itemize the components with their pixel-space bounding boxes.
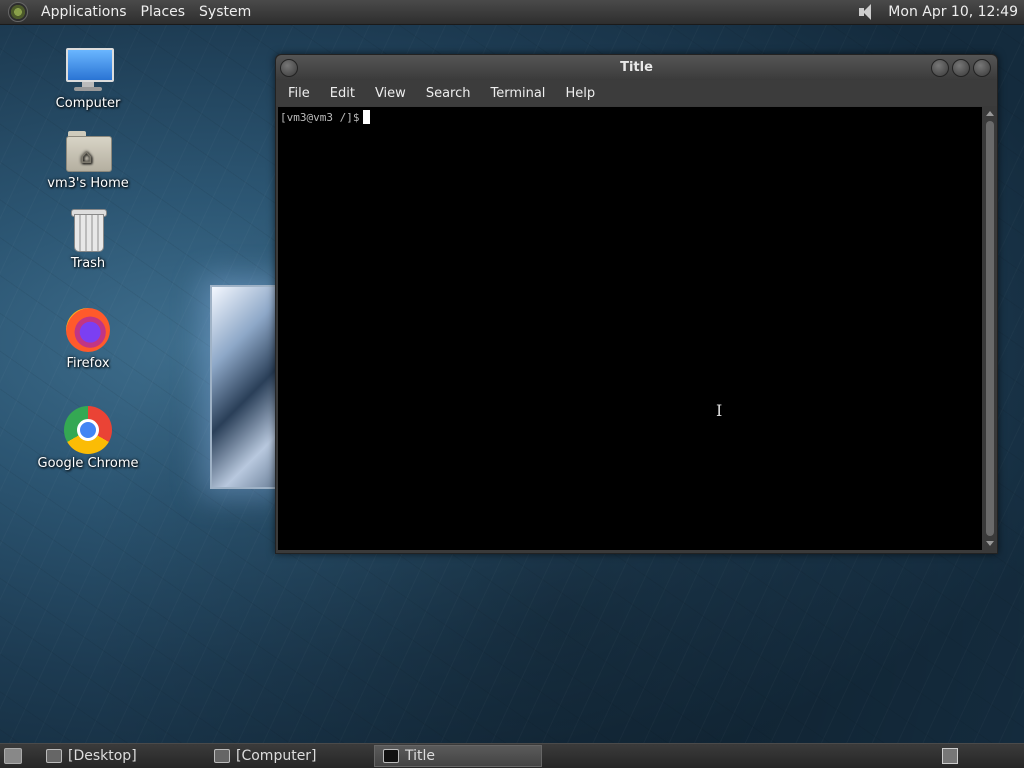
menu-view[interactable]: View [365, 86, 416, 101]
desktop-icon-chrome[interactable]: Google Chrome [33, 406, 143, 471]
background-window[interactable] [210, 285, 280, 489]
computer-icon [214, 749, 230, 763]
volume-icon[interactable] [856, 3, 878, 21]
ibeam-cursor-icon: I [716, 401, 723, 420]
workspace-switcher[interactable] [942, 748, 958, 764]
menu-search[interactable]: Search [416, 86, 481, 101]
window-menu-button[interactable] [280, 59, 298, 77]
taskbar-item-label: [Computer] [236, 748, 317, 764]
bottom-panel: [Desktop] [Computer] Title [0, 743, 1024, 768]
terminal-titlebar[interactable]: Title [276, 55, 997, 80]
desktop-icon-label: Trash [70, 256, 106, 271]
scroll-down-arrow-icon[interactable] [986, 541, 994, 546]
desktop-icon-label: Firefox [66, 356, 110, 371]
clock[interactable]: Mon Apr 10, 12:49 [888, 4, 1018, 20]
terminal-output[interactable]: [vm3@vm3 /]$ I [278, 107, 982, 550]
menu-file[interactable]: File [278, 86, 320, 101]
top-menu: Applications Places System [34, 4, 258, 20]
distro-logo-icon[interactable] [8, 2, 28, 22]
desktop-icon-label: Google Chrome [37, 456, 139, 471]
shell-prompt-line: [vm3@vm3 /]$ [280, 110, 371, 124]
firefox-icon [64, 306, 112, 354]
desktop-icon-firefox[interactable]: Firefox [33, 306, 143, 371]
desktop-icon-label: Computer [55, 96, 121, 111]
top-panel-tray: Mon Apr 10, 12:49 [856, 3, 1024, 21]
menu-places[interactable]: Places [134, 4, 193, 20]
chrome-icon [64, 406, 112, 454]
menu-system[interactable]: System [192, 4, 258, 20]
scroll-thumb[interactable] [986, 121, 994, 536]
top-panel: Applications Places System Mon Apr 10, 1… [0, 0, 1024, 25]
computer-icon [64, 46, 114, 94]
terminal-window[interactable]: Title File Edit View Search Terminal Hel… [275, 54, 998, 554]
terminal-menubar: File Edit View Search Terminal Help [276, 80, 997, 106]
menu-terminal[interactable]: Terminal [480, 86, 555, 101]
maximize-button[interactable] [952, 59, 970, 77]
taskbar-item-terminal[interactable]: Title [374, 745, 542, 767]
desktop-icon-computer[interactable]: Computer [33, 46, 143, 111]
desktop-icon-home[interactable]: ⌂ vm3's Home [33, 126, 143, 191]
taskbar-item-desktop[interactable]: [Desktop] [38, 745, 206, 767]
text-cursor [363, 110, 371, 124]
shell-prompt: [vm3@vm3 /]$ [280, 111, 360, 124]
taskbar-item-label: [Desktop] [68, 748, 137, 764]
close-button[interactable] [973, 59, 991, 77]
menu-help[interactable]: Help [555, 86, 605, 101]
show-desktop-icon[interactable] [4, 748, 22, 764]
taskbar-item-computer[interactable]: [Computer] [206, 745, 374, 767]
menu-applications[interactable]: Applications [34, 4, 134, 20]
terminal-icon [383, 749, 399, 763]
desktop-icon-label: vm3's Home [47, 176, 129, 191]
minimize-button[interactable] [931, 59, 949, 77]
scroll-up-arrow-icon[interactable] [986, 111, 994, 116]
home-folder-icon: ⌂ [64, 126, 112, 174]
desktop-icon-trash[interactable]: Trash [33, 206, 143, 271]
trash-icon [64, 206, 112, 254]
window-title: Title [620, 60, 653, 75]
terminal-scrollbar[interactable] [984, 107, 996, 550]
taskbar-item-label: Title [405, 748, 436, 764]
menu-edit[interactable]: Edit [320, 86, 365, 101]
folder-icon [46, 749, 62, 763]
